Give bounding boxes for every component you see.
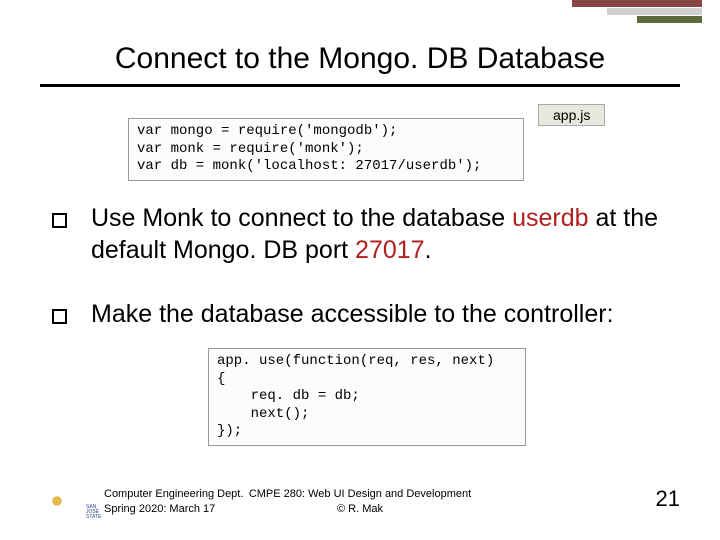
text-highlight-userdb: userdb [512, 204, 588, 232]
slide-footer: SAN JOSÉ STATE Computer Engineering Dept… [0, 482, 720, 522]
footer-center: CMPE 280: Web UI Design and Development … [0, 487, 720, 516]
title-underline [40, 84, 680, 87]
deco-bar [572, 0, 702, 7]
text-part: Use Monk to connect to the database [91, 204, 512, 232]
page-number: 21 [656, 486, 680, 512]
footer-copyright: © R. Mak [0, 502, 720, 516]
text-part: . [425, 236, 432, 264]
bullet-text: Make the database accessible to the cont… [91, 298, 680, 330]
bullet-item: Use Monk to connect to the database user… [52, 202, 680, 292]
bullet-icon [52, 309, 67, 324]
code-block-middleware: app. use(function(req, res, next) { req.… [208, 348, 526, 446]
corner-decoration [572, 0, 702, 24]
code-filename-label: app.js [538, 104, 605, 126]
deco-bar [637, 16, 702, 23]
bullet-icon [52, 213, 67, 228]
code-block-require: var mongo = require('mongodb'); var monk… [128, 118, 524, 181]
bullet-text: Use Monk to connect to the database user… [91, 202, 680, 266]
page-title: Connect to the Mongo. DB Database [0, 42, 720, 76]
deco-bar [607, 8, 702, 15]
footer-course: CMPE 280: Web UI Design and Development [0, 487, 720, 501]
text-highlight-port: 27017 [355, 236, 425, 264]
